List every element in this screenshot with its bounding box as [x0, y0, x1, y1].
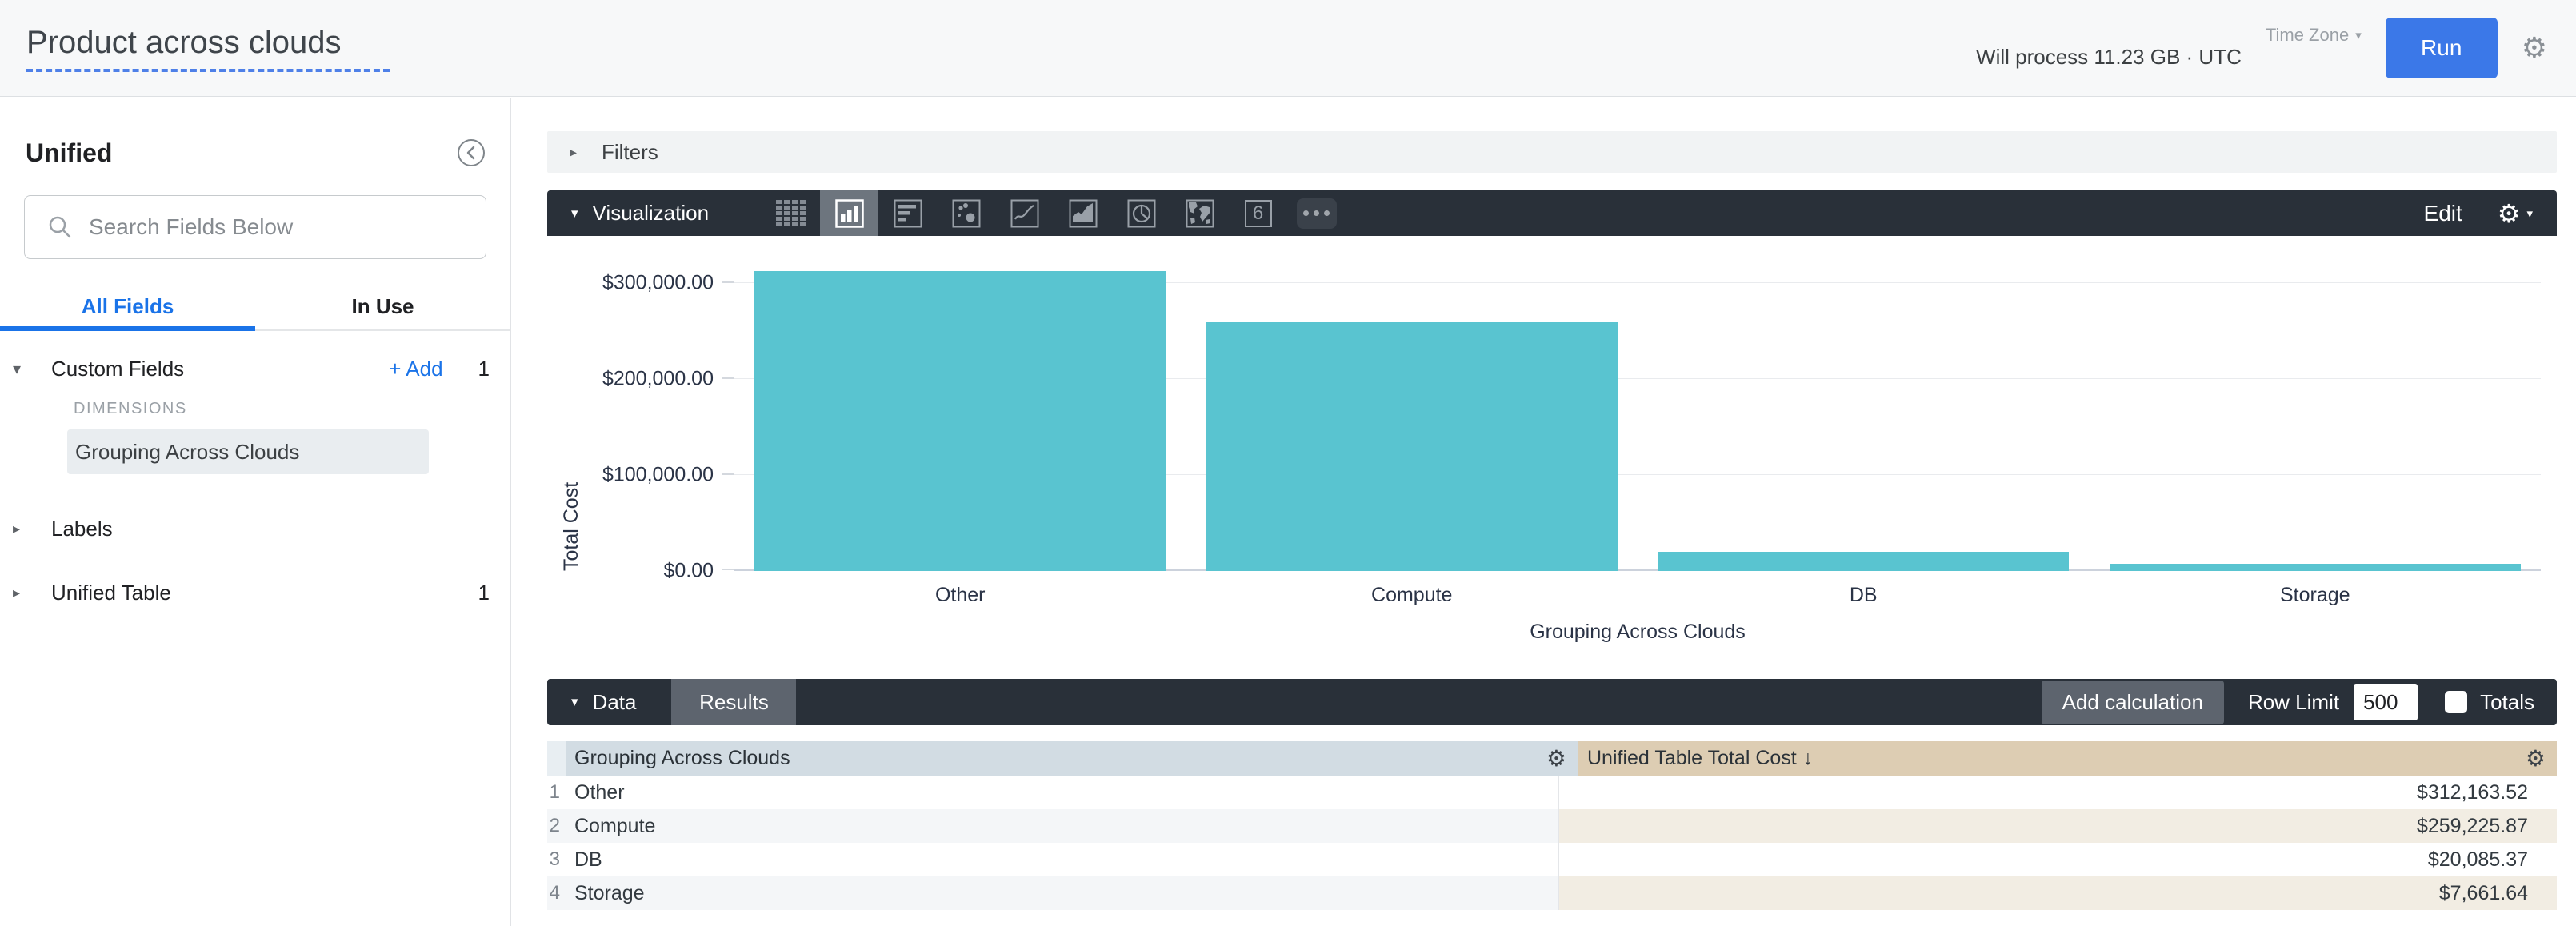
viz-type-picker: 6	[762, 190, 1346, 236]
row-number: 2	[547, 809, 566, 843]
row-number: 3	[547, 843, 566, 876]
viz-type-scatter-icon[interactable]	[937, 190, 995, 236]
time-zone-dropdown[interactable]: Time Zone ▾	[2266, 25, 2362, 46]
tab-in-use[interactable]: In Use	[255, 283, 510, 329]
cell-dimension[interactable]: Compute	[566, 809, 1558, 843]
caret-down-icon[interactable]: ▾	[2526, 206, 2533, 221]
sort-desc-icon: ↓	[1803, 747, 1814, 770]
cell-value[interactable]: $312,163.52	[1558, 776, 2557, 809]
unified-table-count: 1	[478, 581, 490, 605]
search-icon	[46, 213, 74, 241]
sidebar-item-labels[interactable]: ▸ Labels	[0, 497, 510, 561]
row-limit-label: Row Limit	[2248, 690, 2339, 715]
process-estimate-text: Will process 11.23 GB · UTC	[1976, 45, 2242, 70]
y-tick: $200,000.00	[547, 368, 714, 391]
viz-type-single-value-icon[interactable]: 6	[1229, 190, 1287, 236]
table-row: 1 Other $312,163.52	[547, 776, 2557, 809]
bar-compute[interactable]	[1206, 322, 1618, 571]
table-row: 2 Compute $259,225.87	[547, 809, 2557, 843]
y-tick: $300,000.00	[547, 272, 714, 295]
y-axis-ticks: $0.00 $100,000.00 $200,000.00 $300,000.0…	[547, 264, 714, 571]
caret-down-icon[interactable]: ▾	[571, 206, 578, 222]
run-button[interactable]: Run	[2386, 18, 2498, 78]
cell-value[interactable]: $7,661.64	[1558, 876, 2557, 910]
viz-type-table-icon[interactable]	[762, 190, 820, 236]
row-number: 4	[547, 876, 566, 910]
viz-type-map-icon[interactable]	[1170, 190, 1229, 236]
x-tick: Other	[734, 584, 1186, 607]
column-gear-icon[interactable]: ⚙	[1546, 748, 1566, 770]
row-number: 1	[547, 776, 566, 809]
cell-value[interactable]: $20,085.37	[1558, 843, 2557, 876]
field-picker-sidebar: Unified All Fields In Use ▾ Custom Field…	[0, 98, 511, 926]
cell-dimension[interactable]: Other	[566, 776, 1558, 809]
column-chart: Total Cost $0.00 $100,000.00 $200,000.00…	[547, 236, 2557, 665]
x-tick: Compute	[1186, 584, 1638, 607]
caret-right-icon: ▸	[13, 585, 30, 601]
x-axis-title: Grouping Across Clouds	[734, 621, 2541, 644]
totals-label: Totals	[2480, 690, 2534, 715]
bar-storage[interactable]	[2110, 564, 2521, 571]
header-actions: Will process 11.23 GB · UTC Time Zone ▾ …	[1976, 18, 2547, 78]
cell-dimension[interactable]: Storage	[566, 876, 1558, 910]
results-table: Grouping Across Clouds ⚙ Unified Table T…	[547, 741, 2557, 910]
viz-gear-icon[interactable]: ⚙	[2498, 201, 2521, 226]
column-header-total-cost[interactable]: Unified Table Total Cost ↓ ⚙	[1578, 741, 2557, 776]
totals-checkbox[interactable]	[2445, 691, 2467, 713]
table-header-row: Grouping Across Clouds ⚙ Unified Table T…	[547, 741, 2557, 776]
top-header: Product across clouds Will process 11.23…	[0, 0, 2576, 97]
gear-icon[interactable]: ⚙	[2522, 34, 2547, 62]
add-custom-field-button[interactable]: + Add	[389, 357, 442, 381]
column-gear-icon[interactable]: ⚙	[2526, 748, 2546, 770]
viz-type-line-chart-icon[interactable]	[995, 190, 1054, 236]
explore-main: ▸ Filters ▾ Visualization	[547, 97, 2557, 910]
row-limit-input[interactable]	[2354, 684, 2418, 720]
dimensions-group-label: DIMENSIONS	[74, 400, 510, 418]
viz-type-column-chart-icon[interactable]	[820, 190, 878, 236]
edit-viz-button[interactable]: Edit	[2424, 201, 2462, 226]
search-input[interactable]	[89, 214, 486, 240]
field-tabs: All Fields In Use	[0, 283, 510, 331]
y-tick: $0.00	[547, 560, 714, 583]
caret-down-icon[interactable]: ▾	[571, 694, 578, 710]
plot-area	[734, 264, 2541, 571]
page-title[interactable]: Product across clouds	[26, 25, 390, 72]
chevron-down-icon: ▾	[2355, 28, 2362, 42]
x-tick: Storage	[2090, 584, 2542, 607]
sidebar-item-unified-table[interactable]: ▸ Unified Table 1	[0, 561, 510, 625]
data-section-header: ▾ Data Results Add calculation Row Limit…	[547, 679, 2557, 725]
visualization-section-header: ▾ Visualization	[547, 190, 2557, 236]
custom-fields-count: 1	[478, 357, 490, 381]
caret-down-icon: ▾	[13, 359, 30, 379]
viz-type-area-chart-icon[interactable]	[1054, 190, 1112, 236]
column-header-grouping[interactable]: Grouping Across Clouds ⚙	[566, 741, 1578, 776]
filters-section-header[interactable]: ▸ Filters	[547, 131, 2557, 173]
cell-dimension[interactable]: DB	[566, 843, 1558, 876]
caret-right-icon: ▸	[570, 144, 587, 161]
table-row: 4 Storage $7,661.64	[547, 876, 2557, 910]
collapse-sidebar-icon[interactable]	[456, 138, 486, 168]
custom-fields-section-header[interactable]: ▾ Custom Fields + Add 1	[0, 347, 510, 390]
viz-type-bar-chart-icon[interactable]	[878, 190, 937, 236]
explore-page: Product across clouds Will process 11.23…	[0, 0, 2576, 926]
row-number-header	[547, 741, 566, 776]
x-axis-ticks: Other Compute DB Storage	[734, 584, 2541, 607]
tab-all-fields[interactable]: All Fields	[0, 283, 255, 329]
table-row: 3 DB $20,085.37	[547, 843, 2557, 876]
field-grouping-across-clouds[interactable]: Grouping Across Clouds	[67, 429, 429, 474]
viz-type-pie-chart-icon[interactable]	[1112, 190, 1170, 236]
bar-db[interactable]	[1658, 552, 2069, 571]
add-calculation-button[interactable]: Add calculation	[2042, 681, 2224, 724]
cell-value[interactable]: $259,225.87	[1558, 809, 2557, 843]
view-name: Unified	[26, 138, 112, 168]
y-tick: $100,000.00	[547, 464, 714, 487]
field-search	[24, 195, 486, 259]
x-tick: DB	[1638, 584, 2090, 607]
caret-right-icon: ▸	[13, 521, 30, 537]
viz-type-more-icon[interactable]	[1287, 190, 1346, 236]
results-tab[interactable]: Results	[671, 679, 796, 725]
bar-other[interactable]	[754, 271, 1166, 571]
